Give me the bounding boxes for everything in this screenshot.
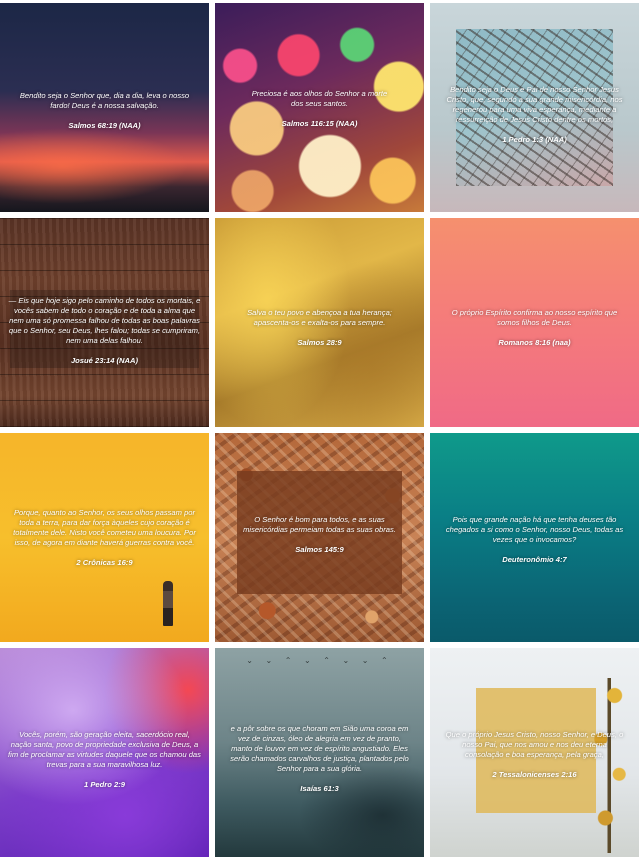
tile-text: O Senhor é bom para todos, e as suas mis… — [241, 515, 398, 555]
verse-reference: Salmos 68:19 (NAA) — [68, 121, 141, 130]
verse-reference: Josué 23:14 (NAA) — [70, 356, 139, 365]
verse-reference: 2 Crônicas 16:9 — [76, 558, 133, 567]
verse-quote: O Senhor é bom para todos, e as suas mis… — [243, 515, 396, 534]
verse-quote: Preciosa é aos olhos do Senhor a morte d… — [251, 89, 388, 108]
tile-text: Pois que grande nação há que tenha deuse… — [442, 515, 627, 565]
post-tile-salmos-68-19[interactable]: Bendito seja o Senhor que, dia a dia, le… — [0, 3, 209, 212]
tile-text: e a pôr sobre os que choram em Sião uma … — [229, 724, 410, 794]
verse-quote: Bendito seja o Deus e Pai de nosso Senho… — [446, 85, 623, 124]
post-tile-2-cronicas-16-9[interactable]: Porque, quanto ao Senhor, os seus olhos … — [0, 433, 209, 642]
post-tile-deuteronomio-4-7[interactable]: Pois que grande nação há que tenha deuse… — [430, 433, 639, 642]
tile-text: Bendito seja o Senhor que, dia a dia, le… — [10, 91, 199, 131]
verse-quote: Salva o teu povo e abençoa a tua herança… — [247, 308, 392, 327]
post-tile-josue-23-14[interactable]: — Eis que hoje sigo pelo caminho de todo… — [0, 218, 209, 427]
tile-text: Salva o teu povo e abençoa a tua herança… — [237, 308, 402, 348]
verse-quote: Que o próprio Jesus Cristo, nosso Senhor… — [445, 730, 624, 759]
post-tile-romanos-8-16[interactable]: O próprio Espírito confirma ao nosso esp… — [430, 218, 639, 427]
birds-flock-icon: ⌄ ⌄ ⌃ ⌄ ⌃ ⌄ ⌄ ⌃ — [246, 656, 393, 665]
verse-reference: Deuteronômio 4:7 — [502, 555, 567, 564]
verse-reference: Isaías 61:3 — [300, 784, 339, 793]
verse-quote: O próprio Espírito confirma ao nosso esp… — [451, 308, 618, 327]
tile-text: Porque, quanto ao Senhor, os seus olhos … — [8, 508, 201, 568]
post-tile-1-pedro-1-3[interactable]: Bendito seja o Deus e Pai de nosso Senho… — [430, 3, 639, 212]
post-tile-2-tessalonicenses-2-16[interactable]: Que o próprio Jesus Cristo, nosso Senhor… — [430, 648, 639, 857]
tile-text: Que o próprio Jesus Cristo, nosso Senhor… — [444, 730, 625, 780]
tile-text: Bendito seja o Deus e Pai de nosso Senho… — [444, 85, 625, 145]
verse-quote: Pois que grande nação há que tenha deuse… — [445, 515, 624, 544]
post-tile-isaias-61-3[interactable]: ⌄ ⌄ ⌃ ⌄ ⌃ ⌄ ⌄ ⌃ e a pôr sobre os que cho… — [215, 648, 424, 857]
verse-reference: Salmos 28:9 — [297, 338, 342, 347]
person-silhouette-icon — [163, 581, 173, 626]
verse-reference: 2 Tessalonicenses 2:16 — [492, 770, 577, 779]
verse-quote: e a pôr sobre os que choram em Sião uma … — [230, 724, 409, 773]
tile-text: O próprio Espírito confirma ao nosso esp… — [444, 308, 625, 348]
verse-reference: 1 Pedro 2:9 — [84, 780, 125, 789]
tile-text: — Eis que hoje sigo pelo caminho de todo… — [8, 296, 201, 366]
verse-quote: Porque, quanto ao Senhor, os seus olhos … — [13, 508, 196, 547]
post-tile-1-pedro-2-9[interactable]: Vocês, porém, são geração eleita, sacerd… — [0, 648, 209, 857]
post-tile-salmos-116-15[interactable]: Preciosa é aos olhos do Senhor a morte d… — [215, 3, 424, 212]
verse-reference: 1 Pedro 1:3 (NAA) — [502, 135, 567, 144]
verse-reference: Salmos 116:15 (NAA) — [281, 119, 358, 128]
post-tile-salmos-145-9[interactable]: O Senhor é bom para todos, e as suas mis… — [215, 433, 424, 642]
tile-text: Vocês, porém, são geração eleita, sacerd… — [8, 730, 201, 790]
post-grid: Bendito seja o Senhor que, dia a dia, le… — [0, 3, 640, 857]
verse-quote: Bendito seja o Senhor que, dia a dia, le… — [19, 91, 190, 110]
verse-quote: — Eis que hoje sigo pelo caminho de todo… — [8, 296, 201, 345]
verse-quote: Vocês, porém, são geração eleita, sacerd… — [8, 730, 201, 769]
tile-text: Preciosa é aos olhos do Senhor a morte d… — [245, 89, 394, 129]
verse-reference: Romanos 8:16 (naa) — [498, 338, 571, 347]
verse-reference: Salmos 145:9 — [295, 545, 344, 554]
post-tile-salmos-28-9[interactable]: Salva o teu povo e abençoa a tua herança… — [215, 218, 424, 427]
